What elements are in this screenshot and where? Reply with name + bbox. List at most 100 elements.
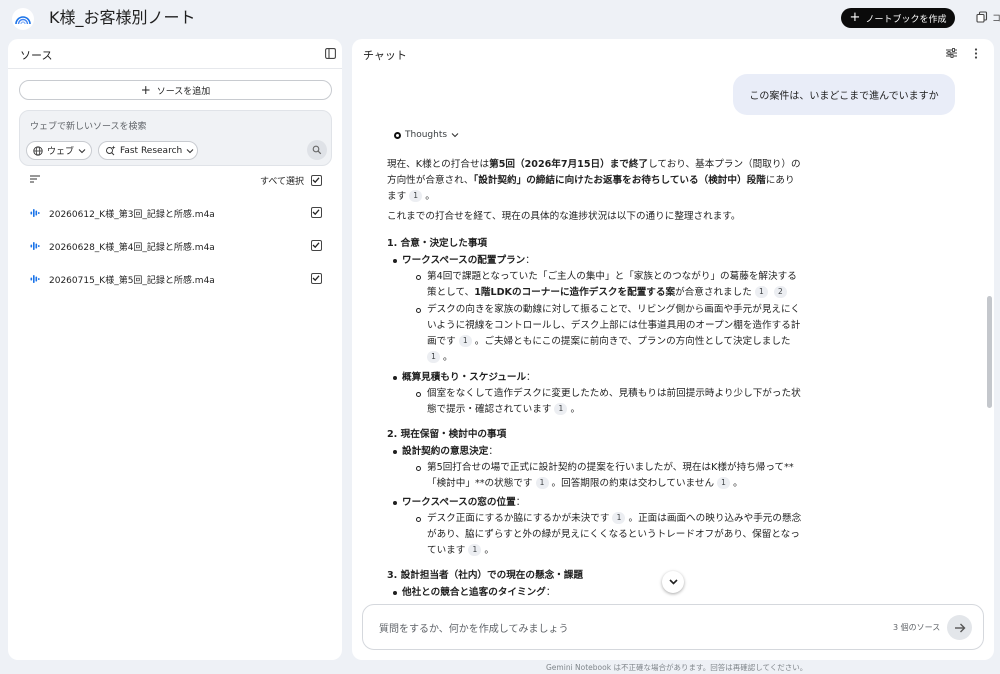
citation-chip[interactable]: 1 [754,286,768,298]
source-checkbox[interactable] [311,207,322,218]
answer-text: デスクの向きを家族の動線に対して振ることで、リビング側から画面や手元が見えにく [427,304,801,315]
chevron-down-icon [78,148,86,153]
chevron-down-icon [451,133,459,138]
add-source-button[interactable]: + ソースを追加 [19,80,332,100]
answer-line: 「検討中」**の状態です 1 。回答期限の約束は交わしていません 1。 [427,476,743,492]
answer-line: 第5回打合せの場で正式に設計契約の提案を行いましたが、現在はK様が持ち帰って** [427,460,794,476]
thoughts-dot-icon [394,131,401,139]
check-icon [312,275,320,282]
audio-icon [30,209,40,217]
answer-line: デスクの向きを家族の動線に対して振ることで、リビング側から画面や手元が見えにく [427,302,800,318]
plus-icon: + [140,83,151,97]
thoughts-toggle[interactable]: Thoughts [394,130,459,140]
answer-text: 。 [484,545,494,556]
panel-toggle-icon[interactable] [325,48,336,59]
check-icon [312,242,320,249]
sort-filter-icon[interactable] [30,175,40,183]
citation-chip[interactable]: 1 [612,512,626,524]
sources-panel-header: ソース [8,39,342,69]
citation-chip[interactable]: 1 [409,190,423,202]
sparkle-search-icon [106,145,116,156]
bullet-title-text: ワークスペースの配置プラン [402,255,526,266]
source-checkbox[interactable] [311,240,322,251]
web-search-input[interactable]: ウェブで新しいソースを検索 [30,119,147,132]
answer-text: ます [387,191,407,202]
citation-chip[interactable]: 1 [554,403,568,415]
select-all-checkbox[interactable] [311,175,322,186]
add-source-label: ソースを追加 [156,86,211,97]
answer-line: ています 1。 [427,543,494,559]
notebook-title[interactable]: K様_お客様別ノート [49,7,196,29]
answer-line: 1。 [427,350,453,366]
citation-chip[interactable]: 1 [468,544,482,556]
answer-bold-text: 1階LDKのコーナーに造作デスクを配置する案 [474,287,676,298]
bullet-title: ワークスペースの窓の位置： [402,495,525,511]
section-heading: 1. 合意・決定した事項 [387,236,487,252]
answer-text: いように視線をコントロールし、デスク上部には仕事道具用のオープン棚を造作する計 [427,320,801,331]
app-logo-icon[interactable] [12,8,34,30]
citation-chip[interactable]: 1 [427,351,440,363]
answer-text: 。ご夫婦ともにこの提案に前向きで、プランの方向性として決定しました [474,336,791,347]
answer-text: 方向性が合意され、 [387,175,474,186]
source-item[interactable]: 20260628_K様_第4回_記録と所感.m4a [8,234,342,258]
chat-panel-title: チャット [363,49,407,62]
source-name: 20260612_K様_第3回_記録と所感.m4a [49,210,215,220]
answer-text: デスク正面にするか脇にするかが未決です [427,513,610,524]
section-heading: 2. 現在保留・検討中の事項 [387,427,506,443]
source-checkbox[interactable] [311,273,322,284]
send-button[interactable] [947,615,972,640]
chat-input-box[interactable]: 質問をするか、何かを作成してみましょう 3 個のソース [362,604,984,650]
search-submit-button[interactable] [307,140,327,160]
answer-line: 策として、1階LDKのコーナーに造作デスクを配置する案が合意されました 1 2 [427,285,790,301]
chevron-down-icon [186,148,194,153]
web-chip-label: ウェブ [47,147,75,157]
answer-line: 方向性が合意され、「設計契約」の締結に向けたお返事をお待ちしている（検討中）段階… [387,173,795,189]
colon-text: ： [515,497,526,508]
answer-line: 現在、K様との打合せは第5回（2026年7月15日）まで終了しており、基本プラン… [387,157,801,173]
web-source-dropdown[interactable]: ウェブ [26,141,92,160]
sources-panel: ソース + ソースを追加 ウェブで新しいソースを検索 ウェブ Fast Rese… [8,39,342,660]
answer-text: 。 [570,404,581,415]
answer-text: 第5回打合せの場で正式に設計契約の提案を行いましたが、現在はK様が持ち帰って** [427,462,794,473]
source-item[interactable]: 20260715_K様_第5回_記録と所感.m4a [8,267,342,291]
colon-text: ： [526,372,536,383]
citation-chip[interactable]: 2 [773,286,787,298]
answer-text: にあり [765,175,795,186]
citation-chip[interactable]: 1 [458,335,472,347]
copy-icon[interactable] [976,11,988,23]
answer-line: いように視線をコントロールし、デスク上部には仕事道具用のオープン棚を造作する計 [427,318,800,334]
source-count-label: 3 個のソース [893,623,941,632]
source-name: 20260628_K様_第4回_記録と所感.m4a [49,243,215,253]
answer-text: 画です [427,336,456,347]
more-vert-icon[interactable] [974,48,978,59]
bullet-title: 他社との競合と追客のタイミング： [402,585,555,601]
select-all-label: すべて選択 [260,177,305,187]
chat-input-placeholder[interactable]: 質問をするか、何かを作成してみましょう [379,620,569,635]
answer-text: 態で提示・確認されています [427,404,552,415]
citation-chip[interactable]: 1 [535,477,549,489]
answer-text: しており、基本プラン（間取り）の [648,159,801,170]
check-icon [312,177,320,184]
answer-text: 策として、 [427,287,475,298]
scroll-to-bottom-button[interactable] [662,571,684,593]
colon-text: ： [545,587,556,598]
answer-text: 。正面は画面への映り込みや手元の懸念 [628,513,802,524]
sub-bullet-circle [416,275,421,280]
chat-scrollbar[interactable] [987,296,992,408]
bullet-dot [393,501,397,505]
answer-line: ます 1。 [387,190,435,202]
source-item[interactable]: 20260612_K様_第3回_記録と所感.m4a [8,201,342,225]
sub-bullet-circle [416,517,421,522]
answer-text: 個室をなくして造作デスクに変更したため、見積もりは前回提示時より少し下がった状 [427,388,801,399]
chat-panel: チャット この案件は、いまどこまで進んでいますか Thoughts 現在、K様と… [352,39,994,660]
tune-settings-icon[interactable] [946,48,957,58]
answer-text: があり、脇にずらすと外の緑が見えにくくなるというトレードオフがあり、保留となっ [427,529,800,540]
research-mode-dropdown[interactable]: Fast Research [98,141,198,160]
citation-chip[interactable]: 1 [717,477,731,489]
create-notebook-button[interactable]: + ノートブックを作成 [841,8,955,28]
sub-bullet-circle [416,308,421,313]
create-notebook-label: ノートブックを作成 [865,14,947,25]
bullet-title: 設計契約の意思決定： [402,444,498,460]
bullet-title-text: ワークスペースの窓の位置 [402,497,516,508]
top-right-cut-text[interactable]: コ [992,11,1000,24]
